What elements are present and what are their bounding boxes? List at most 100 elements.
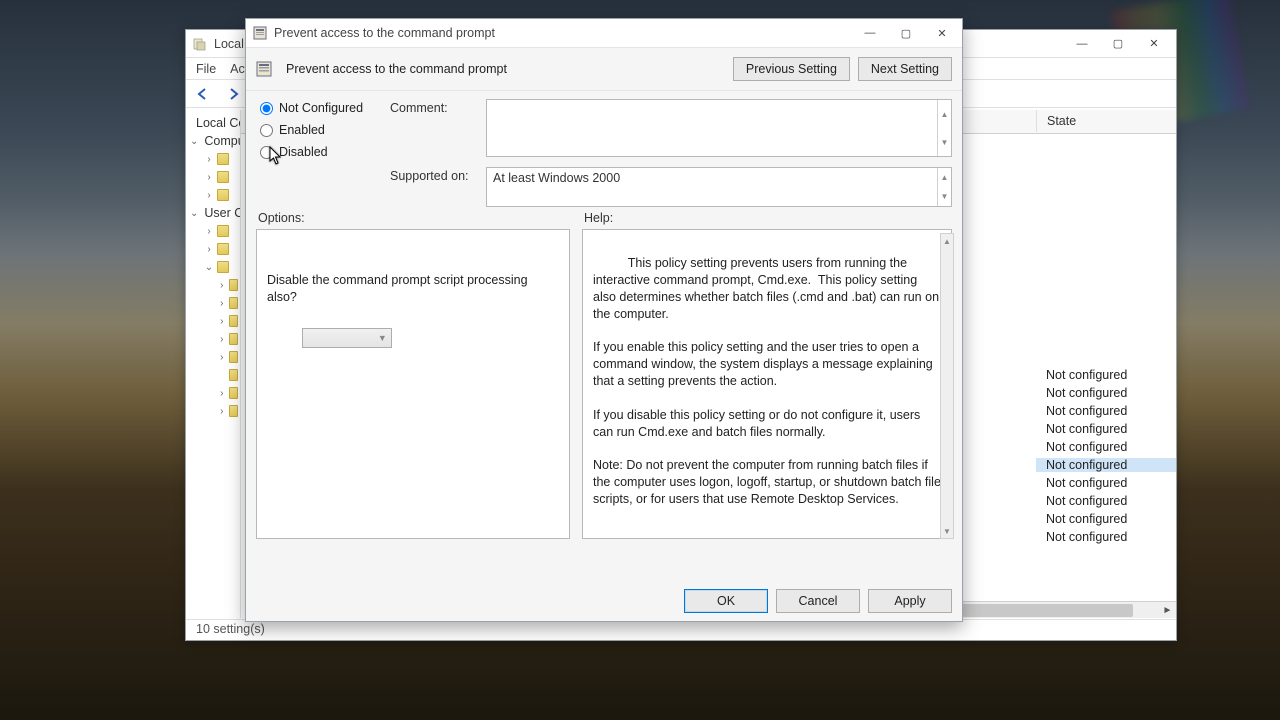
supported-scroll[interactable]: ▲▼	[937, 168, 951, 206]
chevron-right-icon[interactable]: ›	[218, 298, 226, 309]
policy-icon	[252, 25, 268, 41]
chevron-right-icon[interactable]: ›	[218, 334, 226, 345]
chevron-right-icon[interactable]: ›	[218, 406, 226, 417]
state-cell: Not configured	[1036, 476, 1176, 490]
radio-enabled-label: Enabled	[279, 123, 325, 137]
help-label: Help:	[582, 211, 952, 229]
chevron-right-icon[interactable]: ›	[218, 280, 226, 291]
previous-setting-button[interactable]: Previous Setting	[733, 57, 850, 81]
chevron-right-icon[interactable]: ›	[204, 190, 214, 201]
minimize-button[interactable]: —	[1064, 32, 1100, 56]
chevron-right-icon[interactable]: ›	[204, 226, 214, 237]
folder-icon	[217, 189, 229, 201]
radio-disabled-input[interactable]	[260, 146, 273, 159]
state-cell: Not configured	[1036, 530, 1176, 544]
gpedit-statusbar: 10 setting(s)	[186, 619, 1176, 640]
options-label: Options:	[256, 211, 570, 229]
folder-icon	[217, 153, 229, 165]
radio-not-configured-label: Not Configured	[279, 101, 363, 115]
chevron-down-icon[interactable]: ⌄	[190, 136, 198, 147]
folder-icon	[217, 225, 229, 237]
state-column-header[interactable]: State	[1036, 110, 1176, 132]
folder-icon	[217, 243, 229, 255]
ok-button[interactable]: OK	[684, 589, 768, 613]
state-cell: Not configured	[1036, 386, 1176, 400]
scroll-up-icon[interactable]: ▲	[938, 168, 951, 187]
supported-on-label: Supported on:	[390, 167, 476, 183]
radio-enabled[interactable]: Enabled	[260, 123, 376, 137]
state-cell: Not configured	[1036, 458, 1176, 472]
chevron-right-icon[interactable]: ›	[218, 388, 226, 399]
policy-dialog: Prevent access to the command prompt — ▢…	[245, 18, 963, 622]
status-text: 10 setting(s)	[196, 622, 265, 636]
chevron-right-icon[interactable]: ›	[218, 352, 226, 363]
help-scrollbar[interactable]: ▲ ▼	[940, 233, 954, 539]
folder-icon	[229, 333, 239, 345]
state-cell: Not configured	[1036, 512, 1176, 526]
options-panel: Disable the command prompt script proces…	[256, 229, 570, 539]
dialog-maximize-button[interactable]: ▢	[888, 21, 924, 45]
policy-name: Prevent access to the command prompt	[286, 62, 725, 76]
comment-scroll[interactable]: ▲▼	[937, 100, 951, 156]
comment-field[interactable]: ▲▼	[486, 99, 952, 157]
menu-file[interactable]: File	[196, 62, 216, 76]
state-cell: Not configured	[1036, 404, 1176, 418]
folder-icon	[229, 351, 239, 363]
radio-not-configured-input[interactable]	[260, 102, 273, 115]
folder-icon	[229, 315, 239, 327]
chevron-down-icon[interactable]: ⌄	[204, 262, 214, 273]
chevron-down-icon: ▼	[378, 332, 387, 344]
dialog-title: Prevent access to the command prompt	[274, 26, 852, 40]
chevron-right-icon[interactable]: ›	[204, 154, 214, 165]
tree-root-label: Local Computer Policy	[196, 116, 241, 130]
scroll-down-icon[interactable]: ▼	[938, 187, 951, 206]
close-button[interactable]: ✕	[1136, 32, 1172, 56]
next-setting-button[interactable]: Next Setting	[858, 57, 952, 81]
scroll-down-icon[interactable]: ▼	[941, 524, 953, 538]
chevron-right-icon[interactable]: ›	[204, 244, 214, 255]
dialog-minimize-button[interactable]: —	[852, 21, 888, 45]
folder-icon	[229, 297, 239, 309]
radio-disabled[interactable]: Disabled	[260, 145, 376, 159]
cancel-button[interactable]: Cancel	[776, 589, 860, 613]
gpedit-tree[interactable]: Local Computer Policy ⌄ Computer Configur…	[186, 110, 241, 618]
dialog-close-button[interactable]: ✕	[924, 21, 960, 45]
scroll-right-icon[interactable]: ►	[1159, 602, 1176, 619]
folder-icon	[229, 279, 239, 291]
comment-label: Comment:	[390, 99, 476, 115]
state-cell: Not configured	[1036, 422, 1176, 436]
folder-icon	[217, 171, 229, 183]
tree-user-label: User Configuration	[204, 206, 241, 220]
state-cell: Not configured	[1036, 368, 1176, 382]
dialog-titlebar[interactable]: Prevent access to the command prompt — ▢…	[246, 19, 962, 47]
supported-on-value: At least Windows 2000	[487, 168, 951, 188]
policy-header-icon	[256, 61, 272, 77]
supported-on-field: At least Windows 2000 ▲▼	[486, 167, 952, 207]
tree-computer-label: Computer Configuration	[204, 134, 241, 148]
dialog-header: Prevent access to the command prompt Pre…	[246, 47, 962, 91]
scroll-up-icon[interactable]: ▲	[941, 234, 953, 248]
radio-not-configured[interactable]: Not Configured	[260, 101, 376, 115]
scroll-up-icon[interactable]: ▲	[938, 100, 951, 128]
policy-state-radios: Not Configured Enabled Disabled	[256, 99, 376, 169]
radio-disabled-label: Disabled	[279, 145, 328, 159]
comment-value	[487, 100, 951, 106]
apply-button[interactable]: Apply	[868, 589, 952, 613]
folder-icon	[217, 261, 229, 273]
chevron-right-icon[interactable]: ›	[218, 316, 226, 327]
chevron-down-icon[interactable]: ⌄	[190, 208, 198, 219]
help-panel[interactable]: This policy setting prevents users from …	[582, 229, 952, 539]
back-icon[interactable]	[192, 83, 214, 105]
folder-icon	[229, 369, 239, 381]
radio-enabled-input[interactable]	[260, 124, 273, 137]
state-cell: Not configured	[1036, 440, 1176, 454]
state-cell: Not configured	[1036, 494, 1176, 508]
forward-icon[interactable]	[222, 83, 244, 105]
maximize-button[interactable]: ▢	[1100, 32, 1136, 56]
dialog-footer: OK Cancel Apply	[246, 581, 962, 621]
scroll-down-icon[interactable]: ▼	[938, 128, 951, 156]
gpedit-app-icon	[192, 36, 208, 52]
chevron-right-icon[interactable]: ›	[204, 172, 214, 183]
options-dropdown[interactable]: ▼	[302, 328, 392, 348]
help-text: This policy setting prevents users from …	[593, 256, 944, 506]
